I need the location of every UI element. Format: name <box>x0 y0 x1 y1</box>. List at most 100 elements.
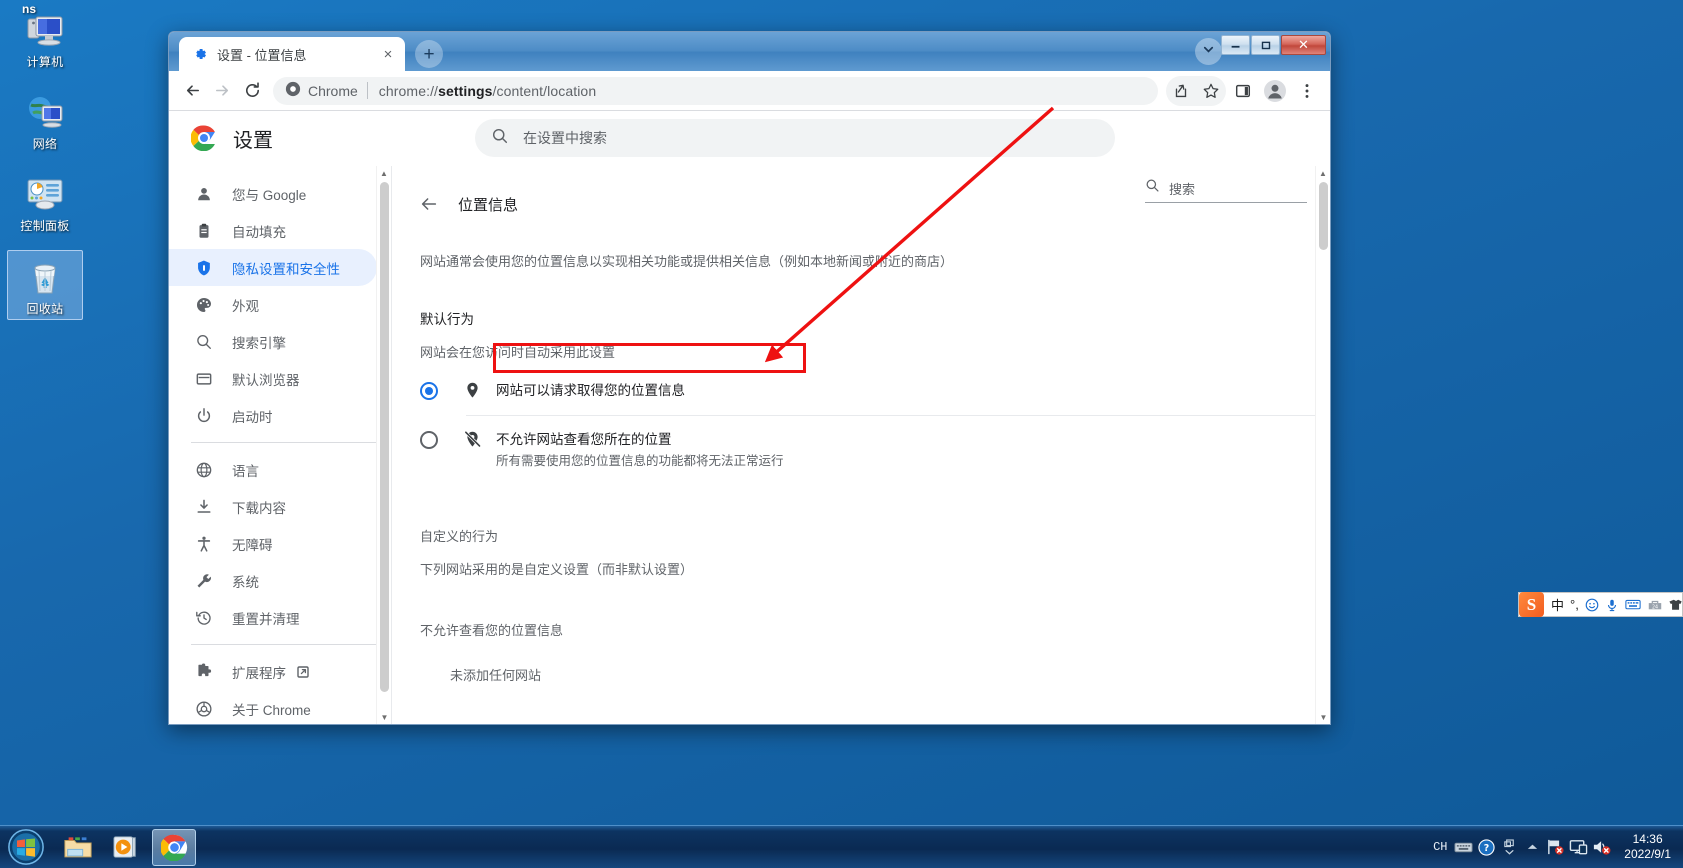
monitor-icon[interactable] <box>1568 833 1588 861</box>
sidebar-item-default-browser[interactable]: 默认浏览器 <box>169 360 377 397</box>
volume-muted-icon[interactable] <box>1591 833 1611 861</box>
sidebar-item-on-startup[interactable]: 启动时 <box>169 397 377 434</box>
taskbar-item-file-explorer[interactable] <box>56 829 100 866</box>
desktop-icon-computer[interactable]: 计算机 <box>7 4 83 72</box>
titlebar-profile-chevron-button[interactable] <box>1195 38 1222 65</box>
scroll-down-arrow-icon[interactable]: ▼ <box>1316 710 1330 724</box>
chevron-up-icon[interactable] <box>1522 833 1542 861</box>
language-indicator[interactable]: CH <box>1430 833 1450 861</box>
desktop-icon-recycle-bin[interactable]: 回收站 <box>7 250 83 320</box>
scroll-up-arrow-icon[interactable]: ▲ <box>1316 166 1330 181</box>
content-scrollbar[interactable]: ▲ ▼ <box>1315 166 1330 724</box>
toolbox-icon[interactable]: 24 <box>1647 598 1663 611</box>
svg-text:?: ? <box>1484 842 1489 853</box>
sidebar-scrollbar[interactable]: ▲ ▼ <box>376 166 391 724</box>
settings-brand[interactable]: 设置 <box>169 124 469 153</box>
default-behavior-title: 默认行为 <box>420 312 474 327</box>
sidebar-item-you-and-google[interactable]: 您与 Google <box>169 175 377 212</box>
taskbar-item-google-chrome[interactable] <box>152 828 196 866</box>
desktop-icon-network[interactable]: 网络 <box>7 86 83 154</box>
sidebar-item-autofill[interactable]: 自动填充 <box>169 212 377 249</box>
window-titlebar[interactable]: 设置 - 位置信息 × + ✕ <box>169 32 1330 71</box>
radio-option-text: 网站可以请求取得您的位置信息 <box>496 381 685 400</box>
tab-close-icon[interactable]: × <box>379 45 397 63</box>
network-error-icon[interactable] <box>1545 833 1565 861</box>
sogou-logo-icon[interactable]: S <box>1519 592 1544 617</box>
content-search-placeholder: 搜索 <box>1169 181 1196 197</box>
sidebar-item-label: 下载内容 <box>232 500 286 516</box>
back-arrow-icon[interactable] <box>416 191 442 217</box>
skin-icon[interactable] <box>1669 598 1683 611</box>
reload-icon[interactable] <box>237 76 267 106</box>
sogou-ime-toolbar[interactable]: S 中 °, 24 <box>1518 592 1683 617</box>
star-icon[interactable] <box>1196 76 1226 106</box>
soft-keyboard-icon[interactable] <box>1625 598 1641 611</box>
sidebar-item-appearance[interactable]: 外观 <box>169 286 377 323</box>
microphone-icon[interactable] <box>1605 598 1619 612</box>
radio-button-unselected[interactable] <box>420 431 438 449</box>
side-panel-icon[interactable] <box>1228 76 1258 106</box>
settings-header: 设置 在设置中搜索 <box>169 111 1330 166</box>
sidebar-item-reset-and-cleanup[interactable]: 重置并清理 <box>169 599 377 636</box>
settings-body: 您与 Google 自动填充 隐私设置和安全性 外观 搜索引擎 默认浏览器 启动… <box>169 166 1330 724</box>
tab-title: 设置 - 位置信息 <box>217 47 307 63</box>
share-icon[interactable] <box>1166 76 1196 106</box>
location-settings-page: 位置信息 搜索 网站通常会使用您的位置信息以实现相关功能或提供相关信息（例如本地… <box>392 166 1330 724</box>
minimize-button[interactable] <box>1221 35 1250 55</box>
sidebar-item-system[interactable]: 系统 <box>169 562 377 599</box>
radio-option-block-location[interactable]: 不允许网站查看您所在的位置 所有需要使用您的位置信息的功能都将无法正常运行 <box>408 416 1330 484</box>
help-icon[interactable]: ? <box>1476 833 1496 861</box>
radio-primary-label: 不允许网站查看您所在的位置 <box>496 432 672 447</box>
browser-window-icon <box>194 369 214 389</box>
scroll-down-arrow-icon[interactable]: ▼ <box>377 710 391 724</box>
person-icon <box>194 184 214 204</box>
computer-icon <box>23 8 67 52</box>
content-search-field[interactable]: 搜索 <box>1145 178 1307 203</box>
desktop-icon-control-panel[interactable]: 控制面板 <box>7 168 83 236</box>
external-link-icon <box>296 665 310 679</box>
taskbar-clock[interactable]: 14:36 2022/9/1 <box>1620 832 1675 862</box>
restore-button[interactable] <box>1251 35 1280 55</box>
sidebar-item-label: 无障碍 <box>232 537 273 553</box>
content-scroll-thumb[interactable] <box>1319 182 1328 250</box>
radio-option-allow-location[interactable]: 网站可以请求取得您的位置信息 <box>408 367 1330 415</box>
back-arrow-icon[interactable] <box>177 76 207 106</box>
search-icon <box>1145 178 1160 198</box>
blocked-empty-note: 未添加任何网站 <box>450 668 542 683</box>
keyboard-icon[interactable] <box>1453 833 1473 861</box>
sidebar-item-languages[interactable]: 语言 <box>169 451 377 488</box>
sidebar-item-privacy-and-security[interactable]: 隐私设置和安全性 <box>169 249 377 286</box>
sidebar-item-about-chrome[interactable]: 关于 Chrome <box>169 690 377 724</box>
url-bold: settings <box>438 82 493 99</box>
recycle-bin-icon <box>23 255 67 299</box>
url-suffix: /content/location <box>492 82 597 99</box>
sidebar-item-label: 自动填充 <box>232 224 286 240</box>
chinese-mode-icon[interactable]: 中 <box>1551 595 1564 614</box>
emoji-icon[interactable] <box>1585 598 1599 612</box>
sidebar-item-label: 您与 Google <box>232 187 307 203</box>
settings-search-box[interactable]: 在设置中搜索 <box>475 119 1115 157</box>
sidebar-scroll-thumb[interactable] <box>380 182 389 692</box>
search-icon <box>194 332 214 352</box>
toolbar-actions <box>1166 75 1322 106</box>
show-hidden-icons-icon[interactable] <box>1499 833 1519 861</box>
new-tab-button[interactable]: + <box>415 40 443 68</box>
forward-arrow-icon[interactable] <box>207 76 237 106</box>
scroll-up-arrow-icon[interactable]: ▲ <box>377 166 391 181</box>
settings-gear-icon <box>192 46 208 62</box>
sidebar-item-downloads[interactable]: 下载内容 <box>169 488 377 525</box>
sidebar-item-extensions[interactable]: 扩展程序 <box>169 653 377 690</box>
avatar-icon[interactable] <box>1260 76 1290 106</box>
taskbar-item-media-player[interactable] <box>104 829 148 866</box>
radio-button-selected[interactable] <box>420 382 438 400</box>
close-button[interactable]: ✕ <box>1281 35 1326 55</box>
address-bar[interactable]: Chrome chrome://settings/content/locatio… <box>273 76 1158 105</box>
punctuation-icon[interactable]: °, <box>1570 597 1579 612</box>
sidebar-item-search-engine[interactable]: 搜索引擎 <box>169 323 377 360</box>
sidebar-item-accessibility[interactable]: 无障碍 <box>169 525 377 562</box>
browser-tab[interactable]: 设置 - 位置信息 × <box>179 37 405 71</box>
windows-start-orb[interactable] <box>2 827 50 868</box>
chrome-logo-icon <box>190 125 217 152</box>
shield-icon <box>194 258 214 278</box>
three-dot-menu-icon[interactable] <box>1292 76 1322 106</box>
